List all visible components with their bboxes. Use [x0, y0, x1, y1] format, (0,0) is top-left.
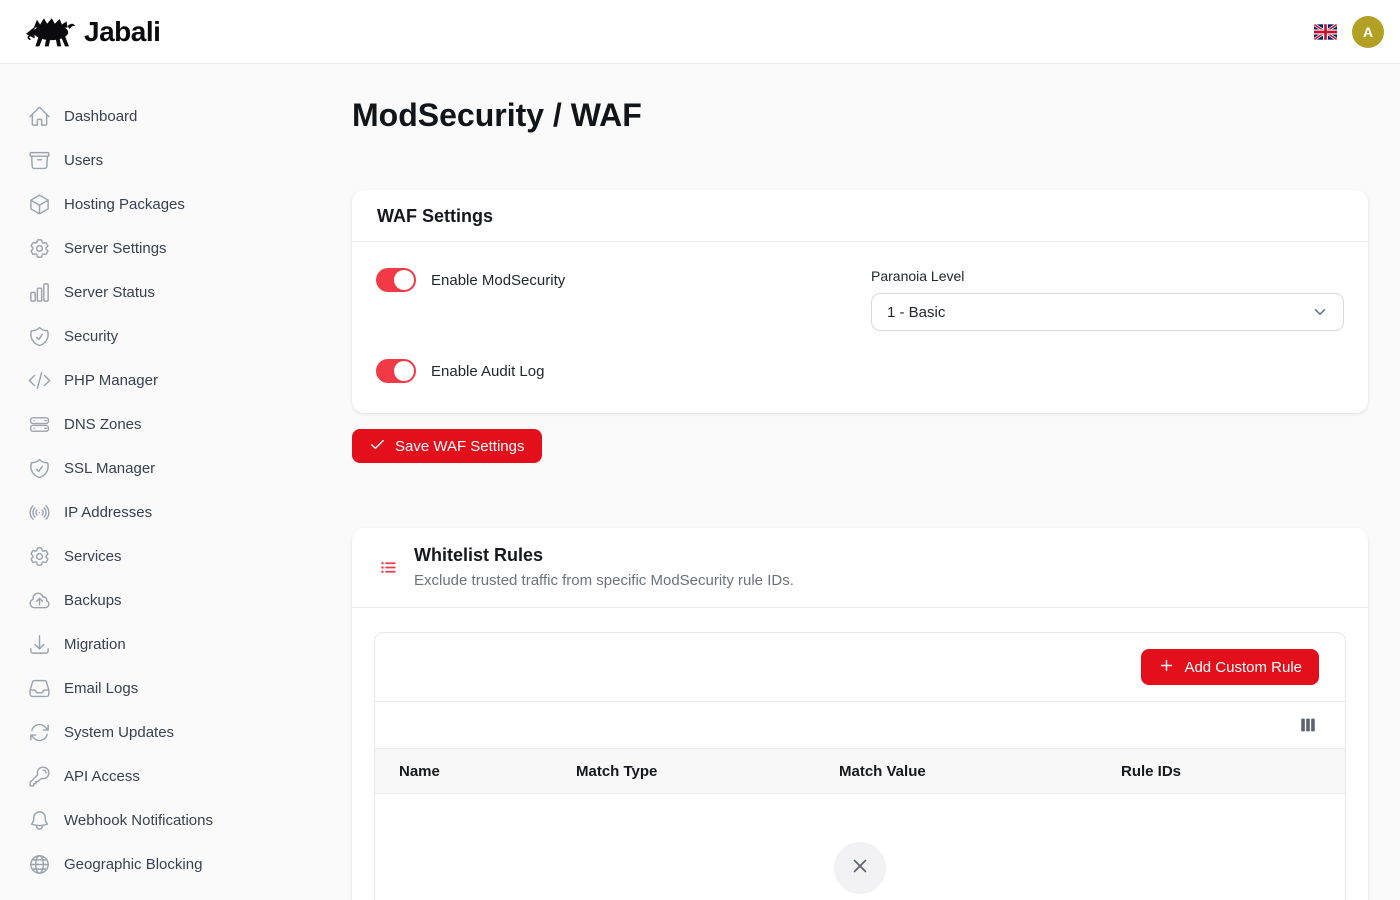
enable-audit-log-label: Enable Audit Log	[431, 363, 544, 380]
save-waf-settings-button[interactable]: Save WAF Settings	[352, 429, 542, 463]
bar-chart-icon	[28, 281, 51, 304]
sidebar-item-label: Hosting Packages	[64, 196, 185, 213]
download-tray-icon	[28, 633, 51, 656]
sidebar-item-system-updates[interactable]: System Updates	[0, 710, 352, 754]
list-bullet-icon	[380, 559, 397, 576]
sidebar-item-server-status[interactable]: Server Status	[0, 270, 352, 314]
table-empty-state	[375, 794, 1345, 894]
paranoia-level-value: 1 - Basic	[887, 304, 945, 321]
shield-check-icon	[28, 457, 51, 480]
enable-audit-log-toggle[interactable]	[376, 359, 416, 383]
sidebar-item-hosting-packages[interactable]: Hosting Packages	[0, 182, 352, 226]
paranoia-level-label: Paranoia Level	[871, 268, 1344, 284]
code-icon	[28, 369, 51, 392]
sidebar-item-label: API Access	[64, 768, 140, 785]
sidebar-item-label: IP Addresses	[64, 504, 152, 521]
sidebar-item-label: Server Status	[64, 284, 155, 301]
whitelist-rules-title: Whitelist Rules	[414, 545, 794, 566]
sidebar-item-php-manager[interactable]: PHP Manager	[0, 358, 352, 402]
chevron-down-icon	[1311, 303, 1329, 321]
gear-icon	[28, 545, 51, 568]
sidebar-item-label: PHP Manager	[64, 372, 158, 389]
sidebar-item-label: Dashboard	[64, 108, 137, 125]
sidebar-item-dns-zones[interactable]: DNS Zones	[0, 402, 352, 446]
brand-logo[interactable]: Jabali	[26, 13, 160, 50]
enable-modsecurity-label: Enable ModSecurity	[431, 272, 565, 289]
column-visibility-icon[interactable]	[1299, 716, 1317, 734]
sidebar-item-label: System Updates	[64, 724, 174, 741]
sidebar-item-dashboard[interactable]: Dashboard	[0, 94, 352, 138]
sidebar-item-label: Security	[64, 328, 118, 345]
whitelist-rules-card: Whitelist Rules Exclude trusted traffic …	[352, 528, 1368, 900]
gear-icon	[28, 237, 51, 260]
sidebar-item-label: SSL Manager	[64, 460, 155, 477]
sidebar-item-label: Migration	[64, 636, 126, 653]
waf-settings-title: WAF Settings	[377, 206, 1343, 227]
add-custom-rule-button[interactable]: Add Custom Rule	[1141, 649, 1319, 685]
home-icon	[28, 105, 51, 128]
globe-icon	[28, 853, 51, 876]
table-header-row: NameMatch TypeMatch ValueRule IDs	[375, 748, 1345, 794]
plus-icon	[1158, 657, 1175, 678]
page-title: ModSecurity / WAF	[352, 94, 1368, 136]
bell-icon	[28, 809, 51, 832]
server-stack-icon	[28, 413, 51, 436]
sidebar-item-label: DNS Zones	[64, 416, 142, 433]
sidebar-item-email-logs[interactable]: Email Logs	[0, 666, 352, 710]
inbox-icon	[28, 677, 51, 700]
sidebar-item-api-access[interactable]: API Access	[0, 754, 352, 798]
main-content: ModSecurity / WAF WAF Settings Enable Mo…	[352, 64, 1400, 900]
sidebar-item-label: Webhook Notifications	[64, 812, 213, 829]
enable-modsecurity-toggle[interactable]	[376, 268, 416, 292]
empty-state-circle	[834, 842, 886, 894]
uk-flag-icon[interactable]	[1314, 24, 1337, 40]
cloud-upload-icon	[28, 589, 51, 612]
sidebar-item-services[interactable]: Services	[0, 534, 352, 578]
sidebar-item-label: Geographic Blocking	[64, 856, 202, 873]
sidebar-item-server-settings[interactable]: Server Settings	[0, 226, 352, 270]
sidebar-item-webhook-notifications[interactable]: Webhook Notifications	[0, 798, 352, 842]
sidebar-item-label: Email Logs	[64, 680, 138, 697]
top-bar: Jabali A	[0, 0, 1400, 64]
sidebar-item-label: Server Settings	[64, 240, 167, 257]
sidebar-item-label: Services	[64, 548, 122, 565]
column-header: Match Value	[839, 763, 1121, 780]
cube-icon	[28, 193, 51, 216]
brand-name: Jabali	[84, 16, 160, 48]
shield-check-icon	[28, 325, 51, 348]
sidebar-item-users[interactable]: Users	[0, 138, 352, 182]
boar-icon	[26, 13, 76, 50]
waf-settings-card: WAF Settings Enable ModSecurity Paranoia…	[352, 190, 1368, 413]
sidebar-item-security[interactable]: Security	[0, 314, 352, 358]
x-icon	[849, 855, 871, 882]
key-icon	[28, 765, 51, 788]
sidebar-item-migration[interactable]: Migration	[0, 622, 352, 666]
paranoia-level-field: Paranoia Level 1 - Basic	[871, 268, 1344, 331]
column-header: Match Type	[576, 763, 839, 780]
whitelist-rules-subtitle: Exclude trusted traffic from specific Mo…	[414, 572, 794, 589]
signal-icon	[28, 501, 51, 524]
check-icon	[369, 436, 386, 457]
column-header: Rule IDs	[1121, 763, 1321, 780]
archive-box-icon	[28, 149, 51, 172]
sidebar-item-label: Users	[64, 152, 103, 169]
whitelist-table-card: Add Custom Rule NameMatch TypeMatch Valu…	[374, 632, 1346, 900]
sidebar-item-backups[interactable]: Backups	[0, 578, 352, 622]
sidebar-item-ip-addresses[interactable]: IP Addresses	[0, 490, 352, 534]
paranoia-level-select[interactable]: 1 - Basic	[871, 293, 1344, 331]
sidebar-item-label: Backups	[64, 592, 122, 609]
sidebar-item-geographic-blocking[interactable]: Geographic Blocking	[0, 842, 352, 886]
sidebar-nav: Dashboard Users Hosting Packages Server …	[0, 64, 352, 900]
user-avatar[interactable]: A	[1352, 16, 1384, 48]
column-header: Name	[399, 763, 576, 780]
sidebar-item-ssl-manager[interactable]: SSL Manager	[0, 446, 352, 490]
refresh-icon	[28, 721, 51, 744]
